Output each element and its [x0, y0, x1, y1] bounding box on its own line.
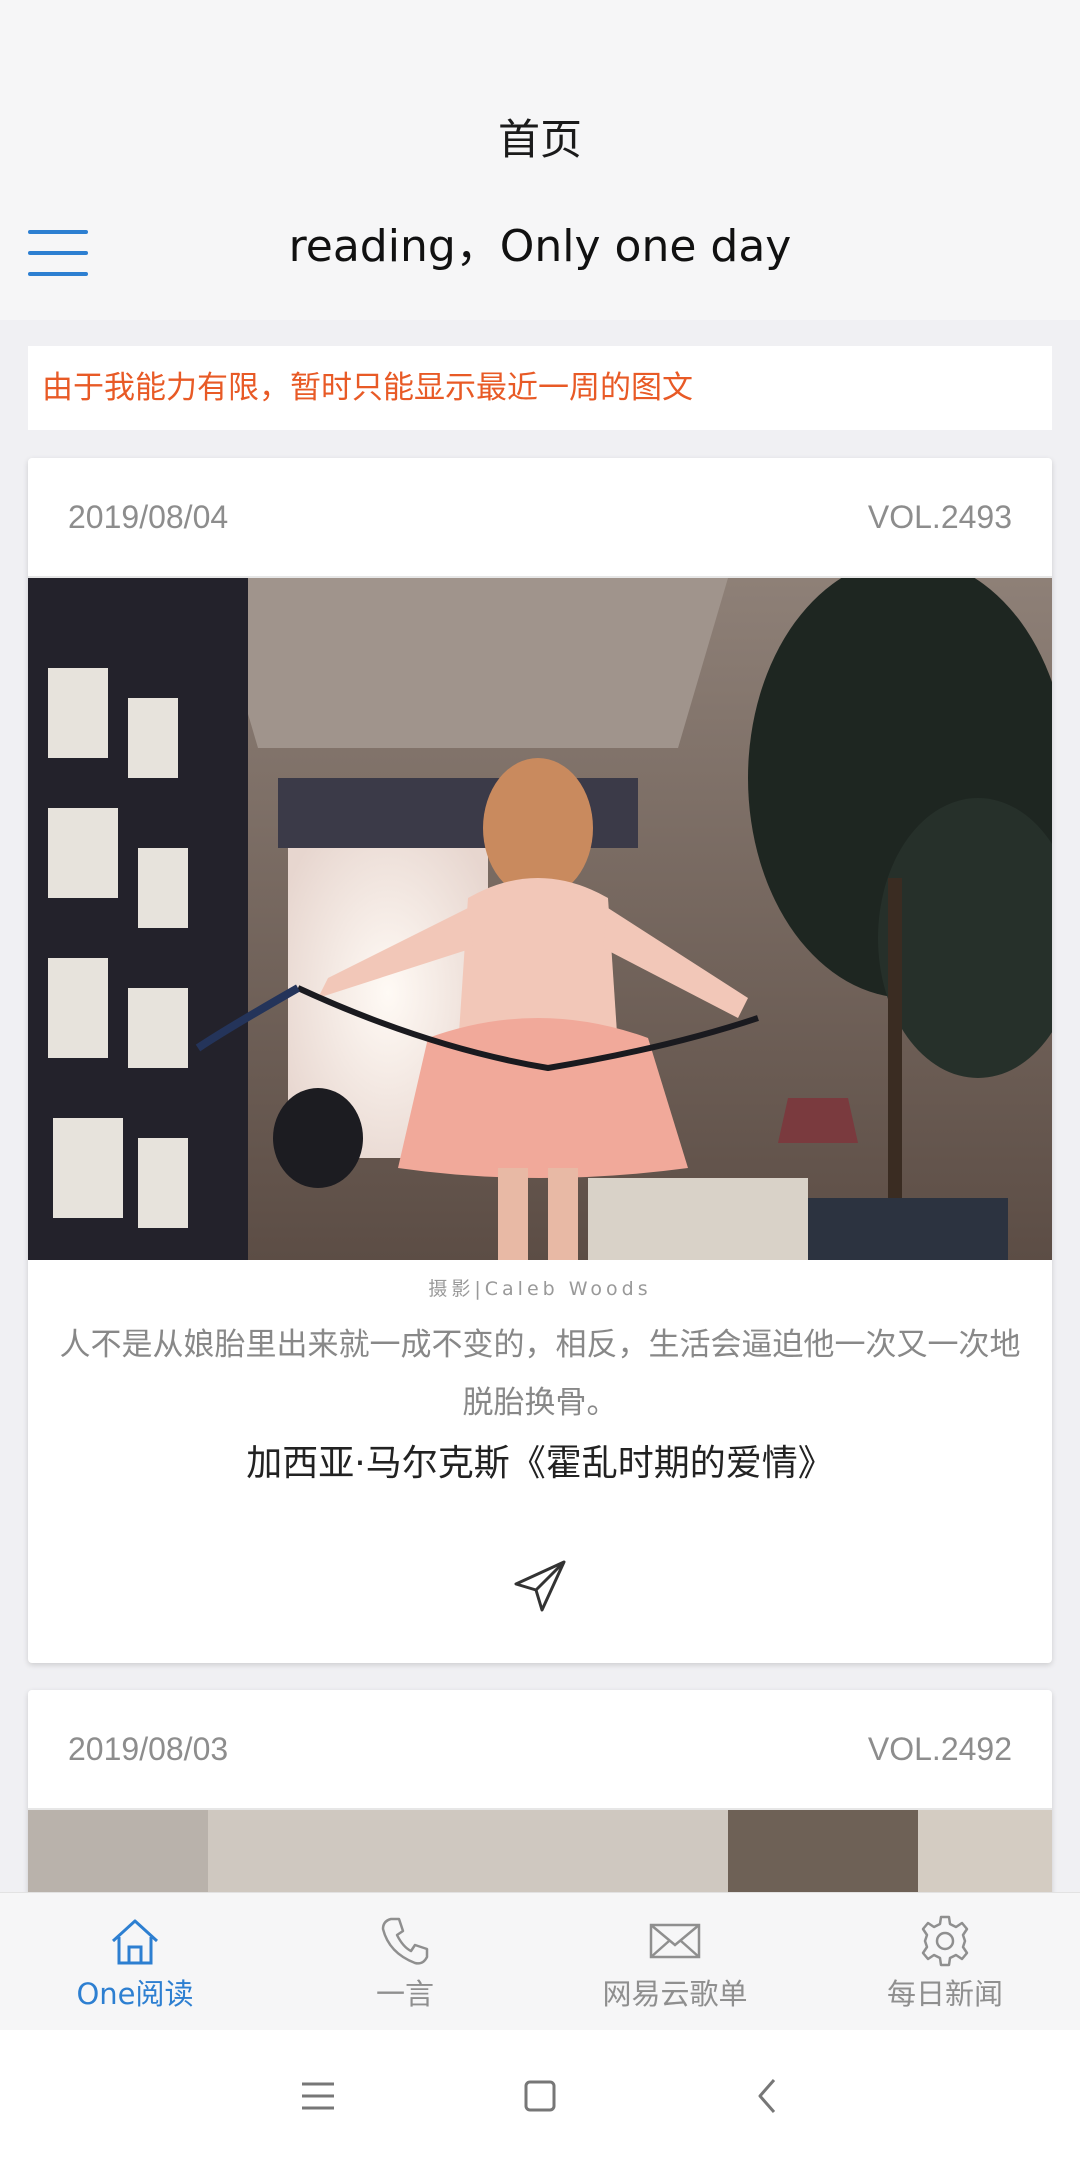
- nav-netease-playlist[interactable]: 网易云歌单: [540, 1893, 810, 2031]
- page-title: 首页: [0, 100, 1080, 180]
- toolbar-title: reading，Only one day: [288, 221, 792, 272]
- status-bar-area: [0, 0, 1080, 100]
- photo-credit: 摄影|Caleb Woods: [428, 1278, 652, 1300]
- nav-label: 一言: [375, 1977, 434, 2011]
- square-icon[interactable]: [510, 2066, 570, 2126]
- card-date: 2019/08/03: [68, 1731, 229, 1767]
- card-header: 2019/08/03 VOL.2492: [28, 1690, 1052, 1810]
- card-date: 2019/08/04: [68, 499, 229, 535]
- system-nav-bar: [0, 2030, 1080, 2160]
- article-card[interactable]: 2019/08/04 VOL.2493 摄影|Caleb Woods 人不是从娘…: [28, 458, 1052, 1663]
- menu-icon[interactable]: [288, 2066, 348, 2126]
- home-icon: [111, 1919, 159, 1965]
- nav-yiyan[interactable]: 一言: [270, 1893, 540, 2031]
- paper-plane-icon[interactable]: [512, 1558, 568, 1614]
- notice-banner: 由于我能力有限，暂时只能显示最近一周的图文: [28, 346, 1052, 430]
- nav-label: 每日新闻: [886, 1977, 1003, 2011]
- phone-icon: [381, 1917, 429, 1965]
- quote-source: 加西亚·马尔克斯《霍乱时期的爱情》: [246, 1443, 834, 1484]
- gear-icon: [921, 1915, 969, 1967]
- bottom-nav: One阅读 一言 网易云歌单 每日新闻: [0, 1892, 1080, 2031]
- nav-daily-news[interactable]: 每日新闻: [810, 1893, 1080, 2031]
- card-vol: VOL.2492: [867, 1731, 1012, 1767]
- back-icon[interactable]: [738, 2066, 798, 2126]
- nav-label: One阅读: [76, 1977, 194, 2011]
- nav-label: 网易云歌单: [602, 1977, 748, 2011]
- mail-icon: [649, 1923, 701, 1959]
- quote-text: 人不是从娘胎里出来就一成不变的，相反，生活会逼迫他一次又一次地脱胎换骨。: [59, 1327, 1021, 1421]
- nav-one-reading[interactable]: One阅读: [0, 1893, 270, 2031]
- toolbar: reading，Only one day: [0, 180, 1080, 320]
- card-header: 2019/08/04 VOL.2493: [28, 458, 1052, 578]
- card-vol: VOL.2493: [867, 499, 1012, 535]
- card-photo[interactable]: [28, 578, 1052, 1260]
